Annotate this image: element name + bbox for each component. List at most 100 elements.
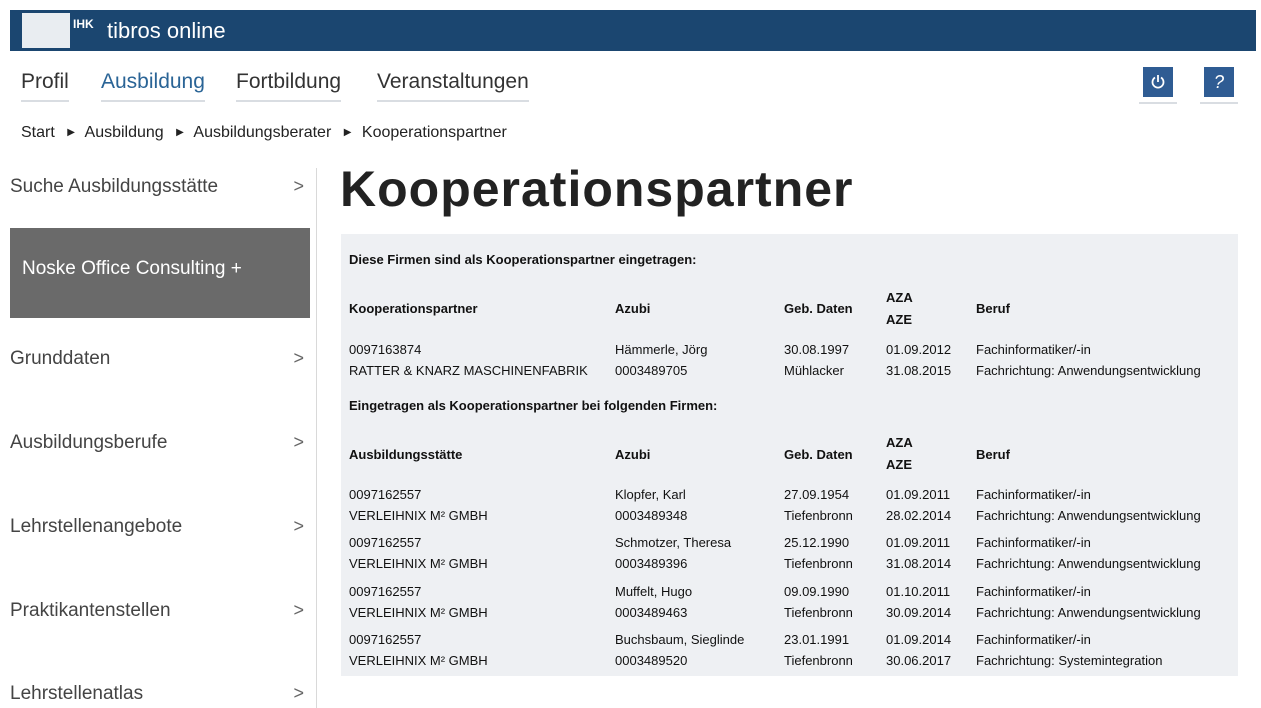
nav-fortbildung[interactable]: Fortbildung [236, 70, 342, 102]
table2-row2-beruf: Fachinformatiker/-in [976, 535, 1091, 550]
sidebar-item-lehrstellenatlas[interactable]: Lehrstellenatlas > [10, 667, 310, 708]
sidebar-item-label: Noske Office Consulting + [22, 258, 242, 279]
table2-row4-id: 0097162557 [349, 632, 422, 647]
table2-row1-aze: 28.02.2014 [886, 508, 952, 523]
chevron-right-icon: > [293, 516, 304, 536]
breadcrumb-separator-icon: ▶ [67, 127, 75, 138]
section2-heading: Eingetragen als Kooperationspartner bei … [349, 398, 718, 413]
nav-veranstaltungen[interactable]: Veranstaltungen [377, 70, 529, 102]
breadcrumb: Start ▶ Ausbildung ▶ Ausbildungsberater … [21, 124, 515, 142]
table1-header-geb: Geb. Daten [784, 301, 853, 316]
top-bar: IHK tibros online [10, 10, 1256, 51]
sidebar-item-label: Lehrstellenatlas [10, 683, 144, 704]
table1-row1-aza: 01.09.2012 [886, 342, 952, 357]
table2-header-aze: AZE [886, 457, 912, 472]
table2-row1-geb: 27.09.1954 [784, 487, 850, 502]
table1-row1-azubi: Hämmerle, Jörg [615, 342, 708, 357]
sidebar-item-label: Grunddaten [10, 348, 111, 369]
table2-row1-azubi-id: 0003489348 [615, 508, 688, 523]
chevron-right-icon: > [293, 176, 304, 196]
table2-row1-id: 0097162557 [349, 487, 422, 502]
table1-row1-partner-name: RATTER & KNARZ MASCHINENFABRIK [349, 363, 588, 378]
sidebar-item-label: Praktikantenstellen [10, 600, 171, 621]
logout-underline [1139, 102, 1177, 104]
table2-row3-azubi: Muffelt, Hugo [615, 584, 693, 599]
breadcrumb-separator-icon: ▶ [343, 127, 352, 138]
help-button[interactable]: ? [1204, 67, 1234, 97]
sidebar-item-label: Lehrstellenangebote [10, 516, 183, 537]
table2-row3-geb: 09.09.1990 [784, 584, 850, 599]
sidebar-item-ausbildungsberufe[interactable]: Ausbildungsberufe > [10, 416, 310, 472]
table2-header-beruf: Beruf [976, 447, 1010, 462]
table1-header-aze: AZE [886, 312, 912, 327]
breadcrumb-start[interactable]: Start [21, 124, 55, 141]
table2-row4-aze: 30.06.2017 [886, 653, 952, 668]
chevron-right-icon: > [293, 600, 304, 620]
breadcrumb-ausbildung[interactable]: Ausbildung [85, 124, 164, 141]
table2-row1-ort: Tiefenbronn [784, 508, 853, 523]
table2-row3-beruf: Fachinformatiker/-in [976, 584, 1091, 599]
help-underline [1200, 102, 1238, 104]
kooperationspartner-panel: Diese Firmen sind als Kooperationspartne… [341, 234, 1238, 676]
table1-row1-fachrichtung: Fachrichtung: Anwendungsentwicklung [976, 363, 1201, 378]
nav-ausbildung[interactable]: Ausbildung [101, 70, 205, 102]
logout-button[interactable] [1143, 67, 1173, 97]
sidebar-item-noske[interactable]: Noske Office Consulting + [10, 228, 310, 318]
table1-row1-beruf: Fachinformatiker/-in [976, 342, 1091, 357]
table2-row1-beruf: Fachinformatiker/-in [976, 487, 1091, 502]
breadcrumb-separator-icon: ▶ [176, 127, 184, 138]
table2-row2-azubi-id: 0003489396 [615, 556, 688, 571]
sidebar-item-grunddaten[interactable]: Grunddaten > [10, 332, 310, 388]
table1-header-azubi: Azubi [615, 301, 651, 316]
sidebar-item-lehrstellenangebote[interactable]: Lehrstellenangebote > [10, 500, 310, 556]
table2-row3-id: 0097162557 [349, 584, 422, 599]
chevron-right-icon: > [293, 432, 304, 452]
table1-header-aza: AZA [886, 290, 913, 305]
table2-row4-aza: 01.09.2014 [886, 632, 952, 647]
nav-profil[interactable]: Profil [21, 70, 69, 102]
section1-heading: Diese Firmen sind als Kooperationspartne… [349, 252, 697, 267]
table2-row4-beruf: Fachinformatiker/-in [976, 632, 1091, 647]
power-icon [1151, 75, 1165, 89]
table2-row2-aze: 31.08.2014 [886, 556, 952, 571]
table2-header-aza: AZA [886, 435, 913, 450]
table2-header-geb: Geb. Daten [784, 447, 853, 462]
table2-row3-ort: Tiefenbronn [784, 605, 853, 620]
app-title: tibros online [107, 18, 226, 43]
logo-box [22, 13, 70, 48]
table2-header-azubi: Azubi [615, 447, 651, 462]
table2-row3-azubi-id: 0003489463 [615, 605, 688, 620]
table1-row1-partner-id: 0097163874 [349, 342, 422, 357]
sidebar-item-praktikantenstellen[interactable]: Praktikantenstellen > [10, 584, 310, 640]
table1-row1-aze: 31.08.2015 [886, 363, 952, 378]
table2-row4-name: VERLEIHNIX M² GMBH [349, 653, 488, 668]
sidebar-item-suche[interactable]: Suche Ausbildungsstätte > [10, 160, 310, 216]
table2-header-ausbildungsstaette: Ausbildungsstätte [349, 447, 463, 462]
breadcrumb-current: Kooperationspartner [361, 124, 507, 141]
table1-row1-geb-ort: Mühlacker [784, 363, 844, 378]
table2-row3-name: VERLEIHNIX M² GMBH [349, 605, 488, 620]
table2-row2-azubi: Schmotzer, Theresa [615, 535, 732, 550]
ihk-logo[interactable]: IHK [22, 13, 94, 48]
chevron-right-icon: > [293, 348, 304, 368]
table2-row4-geb: 23.01.1991 [784, 632, 850, 647]
sidebar-item-label: Ausbildungsberufe [10, 432, 168, 453]
table2-row4-azubi-id: 0003489520 [615, 653, 688, 668]
table1-row1-azubi-id: 0003489705 [615, 363, 688, 378]
table2-row1-azubi: Klopfer, Karl [615, 487, 686, 502]
table2-row4-fachrichtung: Fachrichtung: Systemintegration [976, 653, 1163, 668]
table2-row2-ort: Tiefenbronn [784, 556, 853, 571]
table2-row4-ort: Tiefenbronn [784, 653, 853, 668]
table2-row2-aza: 01.09.2011 [886, 535, 951, 550]
table2-row1-fachrichtung: Fachrichtung: Anwendungsentwicklung [976, 508, 1201, 523]
breadcrumb-ausbildungsberater[interactable]: Ausbildungsberater [193, 124, 331, 141]
table1-header-beruf: Beruf [976, 301, 1010, 316]
table2-row2-name: VERLEIHNIX M² GMBH [349, 556, 488, 571]
page-title: Kooperationspartner [340, 161, 854, 217]
table2-row1-aza: 01.09.2011 [886, 487, 951, 502]
chevron-right-icon: > [293, 683, 304, 703]
table2-row2-id: 0097162557 [349, 535, 422, 550]
sidebar-item-label: Suche Ausbildungsstätte [10, 176, 219, 197]
logo-text: IHK [73, 17, 94, 31]
table2-row3-fachrichtung: Fachrichtung: Anwendungsentwicklung [976, 605, 1201, 620]
